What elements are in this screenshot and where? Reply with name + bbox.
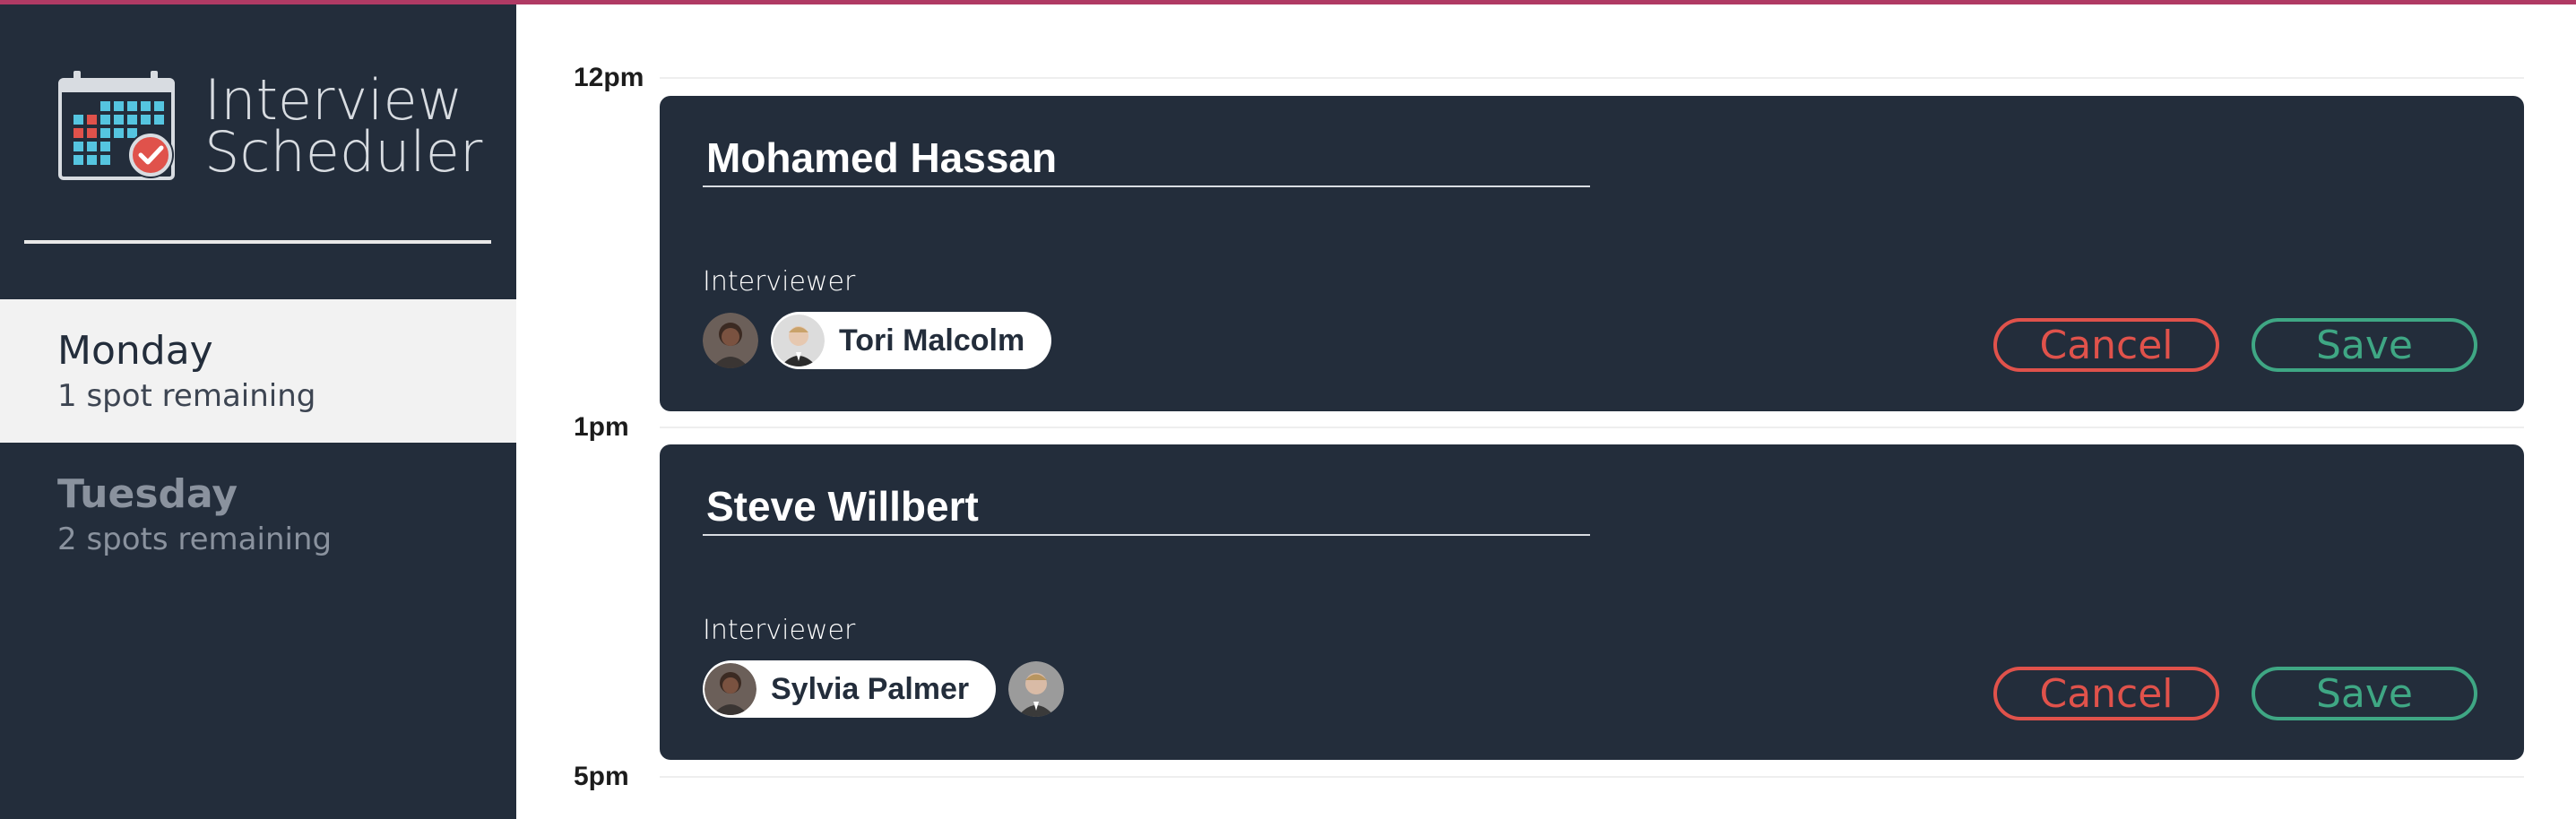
interviewer-avatar-sylvia — [705, 663, 756, 715]
appointment-card: Steve Willbert Interviewer Sylvia Palmer… — [660, 444, 2524, 760]
student-name-underline — [703, 534, 1590, 536]
day-spots: 2 spots remaining — [57, 522, 333, 557]
day-item-tuesday[interactable]: Tuesday 2 spots remaining — [0, 443, 516, 586]
sidebar: Interview Scheduler Monday 1 spot remain… — [0, 4, 516, 819]
calendar-logo-icon — [57, 69, 183, 185]
appointment-card: Mohamed Hassan Interviewer Tori Malcolm … — [660, 96, 2524, 411]
time-label-1pm: 1pm — [574, 412, 629, 442]
app-title-line2: Scheduler — [204, 119, 483, 185]
interviewer-avatar-sylvia[interactable] — [703, 313, 758, 368]
student-name-underline — [703, 185, 1590, 187]
interviewer-name: Tori Malcolm — [839, 323, 1025, 358]
interviewer-avatar-tori[interactable] — [1008, 661, 1065, 717]
time-label-5pm: 5pm — [574, 762, 629, 791]
time-divider — [660, 776, 2524, 778]
day-spots: 1 spot remaining — [57, 378, 316, 414]
day-name: Tuesday — [57, 471, 238, 517]
interviewer-label: Interviewer — [703, 615, 856, 646]
sidebar-divider — [24, 240, 491, 244]
app-title: Interview Scheduler — [204, 73, 483, 185]
day-name: Monday — [57, 328, 213, 374]
cancel-button[interactable]: Cancel — [1993, 667, 2219, 720]
save-button[interactable]: Save — [2252, 667, 2477, 720]
interviewer-selected-tori[interactable]: Tori Malcolm — [771, 312, 1052, 369]
interviewer-list: Sylvia Palmer — [703, 660, 1065, 719]
student-name[interactable]: Mohamed Hassan — [706, 134, 1057, 182]
student-name[interactable]: Steve Willbert — [706, 482, 979, 530]
time-label-12pm: 12pm — [574, 63, 644, 92]
save-button[interactable]: Save — [2252, 318, 2477, 372]
time-divider — [660, 427, 2524, 428]
interviewer-name: Sylvia Palmer — [771, 671, 970, 706]
interviewer-selected-sylvia[interactable]: Sylvia Palmer — [703, 660, 997, 718]
interviewer-label: Interviewer — [703, 266, 856, 297]
interviewer-list: Tori Malcolm — [703, 311, 1052, 370]
time-divider — [660, 77, 2524, 79]
cancel-button[interactable]: Cancel — [1993, 318, 2219, 372]
day-item-monday[interactable]: Monday 1 spot remaining — [0, 299, 516, 443]
interviewer-avatar-tori — [773, 315, 825, 366]
